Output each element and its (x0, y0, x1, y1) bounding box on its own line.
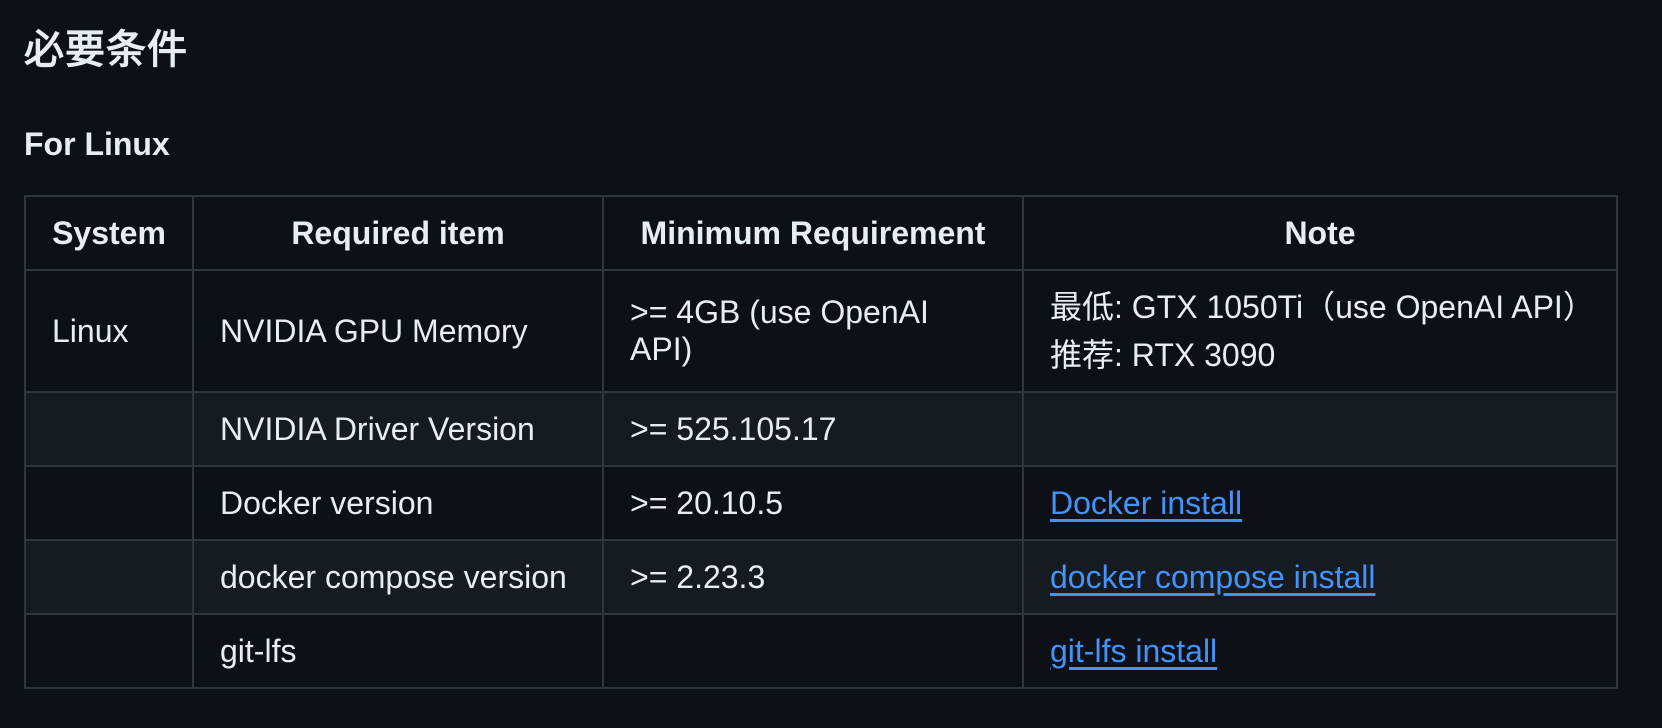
cell-system (24, 613, 194, 689)
docker-compose-install-link[interactable]: docker compose install (1050, 559, 1375, 595)
table-row: Docker version >= 20.10.5 Docker install (24, 465, 1618, 541)
header-system: System (24, 195, 194, 271)
cell-minimum (602, 613, 1024, 689)
cell-required-item: git-lfs (192, 613, 604, 689)
cell-system (24, 391, 194, 467)
cell-required-item: Docker version (192, 465, 604, 541)
cell-note (1022, 391, 1618, 467)
cell-minimum: >= 2.23.3 (602, 539, 1024, 615)
header-minimum-requirement: Minimum Requirement (602, 195, 1024, 271)
note-recommended-gpu: 推荐: RTX 3090 (1050, 337, 1276, 373)
git-lfs-install-link[interactable]: git-lfs install (1050, 633, 1217, 669)
note-minimum-gpu: 最低: GTX 1050Ti（use OpenAI API） (1050, 289, 1595, 325)
docker-install-link[interactable]: Docker install (1050, 485, 1242, 521)
cell-minimum: >= 20.10.5 (602, 465, 1024, 541)
cell-minimum: >= 525.105.17 (602, 391, 1024, 467)
markdown-page: 必要条件 For Linux System Required item Mini… (0, 0, 1662, 728)
section-heading: 必要条件 (24, 28, 188, 72)
cell-system: Linux (24, 269, 194, 393)
table-row: Linux NVIDIA GPU Memory >= 4GB (use Open… (24, 269, 1618, 393)
header-required-item: Required item (192, 195, 604, 271)
cell-note: git-lfs install (1022, 613, 1618, 689)
cell-system (24, 539, 194, 615)
table-row: NVIDIA Driver Version >= 525.105.17 (24, 391, 1618, 467)
header-note: Note (1022, 195, 1618, 271)
cell-note: Docker install (1022, 465, 1618, 541)
cell-system (24, 465, 194, 541)
requirements-table: System Required item Minimum Requirement… (24, 195, 1618, 689)
table-row: docker compose version >= 2.23.3 docker … (24, 539, 1618, 615)
cell-note: 最低: GTX 1050Ti（use OpenAI API） 推荐: RTX 3… (1022, 269, 1618, 393)
cell-minimum: >= 4GB (use OpenAI API) (602, 269, 1024, 393)
cell-required-item: NVIDIA Driver Version (192, 391, 604, 467)
cell-note: docker compose install (1022, 539, 1618, 615)
cell-required-item: docker compose version (192, 539, 604, 615)
table-header-row: System Required item Minimum Requirement… (24, 195, 1618, 271)
table-row: git-lfs git-lfs install (24, 613, 1618, 689)
subsection-heading: For Linux (24, 126, 170, 162)
cell-required-item: NVIDIA GPU Memory (192, 269, 604, 393)
